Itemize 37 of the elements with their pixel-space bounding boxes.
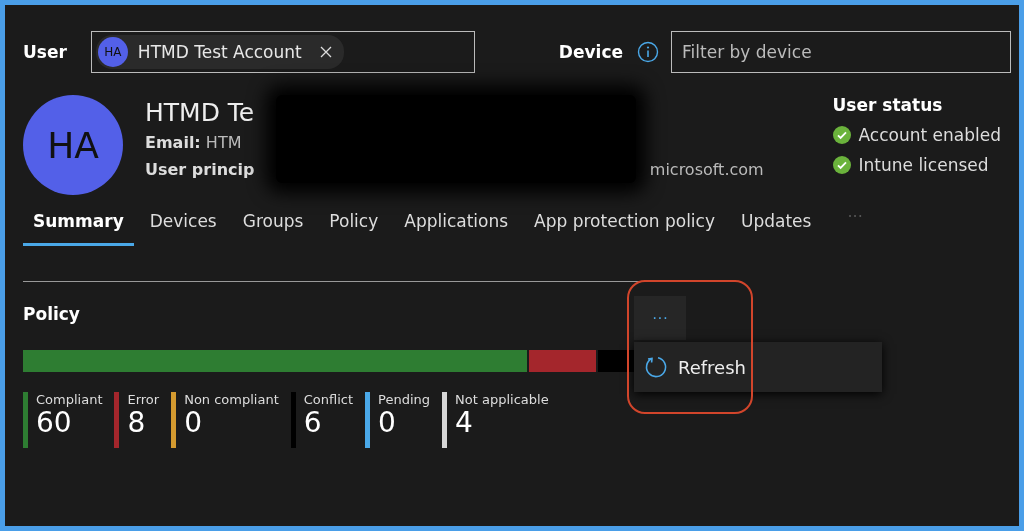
user-principal-name: microsoft.com — [649, 159, 765, 179]
more-button[interactable]: ··· — [634, 296, 686, 340]
legend-count: 8 — [127, 407, 147, 439]
tab[interactable]: Devices — [139, 203, 227, 246]
legend-label: Not applicable — [455, 392, 549, 407]
legend-label: Conflict — [303, 392, 354, 407]
tab[interactable]: Applications — [394, 203, 519, 246]
legend-label: Error — [127, 392, 160, 407]
device-filter-field[interactable]: Filter by device — [671, 31, 1011, 73]
refresh-menu-item[interactable]: Refresh — [634, 355, 756, 379]
user-name: HTMD Test Account — [137, 42, 302, 62]
legend-count: 6 — [303, 407, 323, 439]
device-label: Device — [558, 42, 623, 62]
user-status-title: User status — [832, 95, 944, 115]
status-text: Intune licensed — [858, 155, 989, 175]
status-text: Account enabled — [858, 125, 1001, 145]
user-display-name: HTMD Te — [145, 97, 256, 127]
user-avatar: HA — [23, 95, 123, 195]
tab[interactable]: Summary — [23, 203, 134, 246]
user-field[interactable]: HA HTMD Test Account — [90, 31, 475, 73]
user-avatar: HA — [97, 37, 128, 67]
legend-count: 0 — [378, 407, 396, 439]
legend-label: Compliant — [36, 392, 103, 407]
legend-label: Pending — [378, 392, 431, 407]
legend-count: 0 — [184, 407, 203, 439]
tab[interactable]: Policy — [319, 203, 389, 246]
policy-title: Policy — [23, 304, 80, 326]
email-text: Email: HTM — [145, 132, 243, 152]
legend-count: 60 — [36, 407, 72, 439]
legend-label: Non compliant — [184, 392, 279, 407]
tab[interactable]: App protection policy — [524, 203, 725, 246]
user-chip[interactable]: HA HTMD Test Account — [95, 35, 344, 69]
tab[interactable]: Groups — [232, 203, 314, 246]
tab[interactable]: Updates — [731, 203, 822, 246]
legend-count: 4 — [455, 407, 474, 439]
user-label: User — [23, 42, 67, 62]
user-principal-name: User princip — [145, 159, 256, 179]
